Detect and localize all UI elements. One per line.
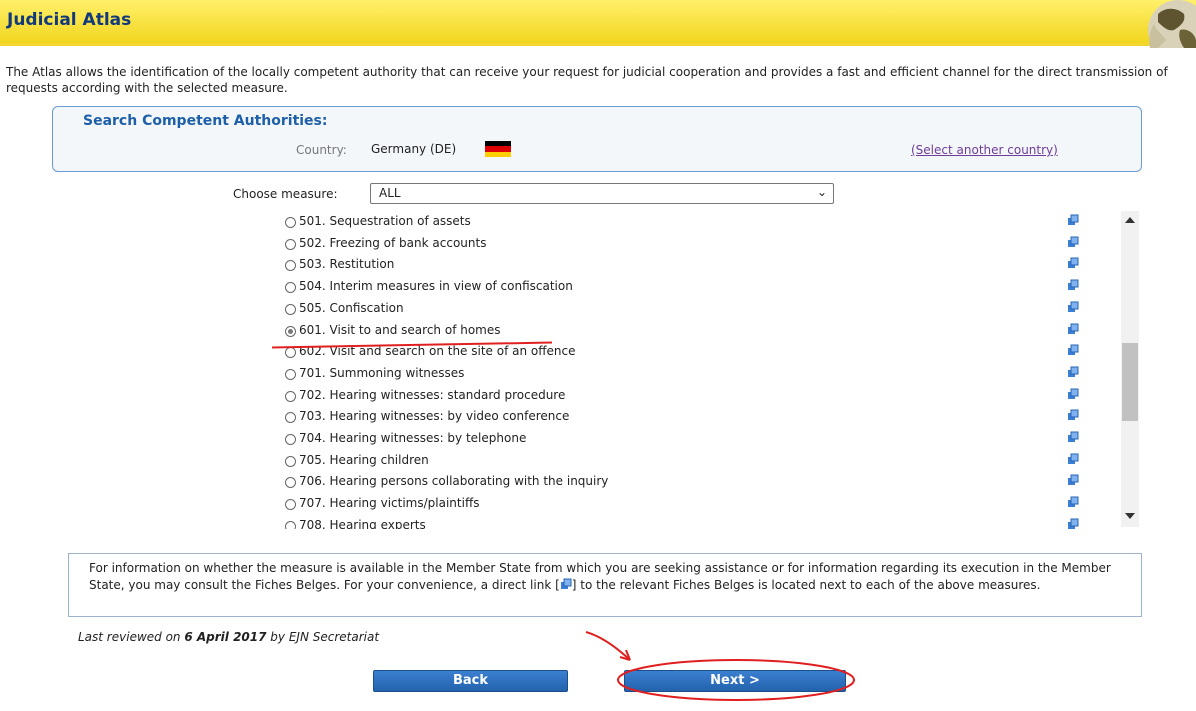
- measure-label-text: 702. Hearing witnesses: standard procedu…: [299, 387, 566, 402]
- measure-radio[interactable]: [285, 303, 296, 315]
- measure-row[interactable]: 705. Hearing children: [279, 450, 1101, 471]
- measure-label-text: 706. Hearing persons collaborating with …: [299, 474, 609, 489]
- scroll-thumb[interactable]: [1122, 343, 1138, 421]
- reviewed-date: 6 April 2017: [184, 630, 267, 644]
- measure-row[interactable]: 708. Hearing experts: [279, 515, 1101, 529]
- measure-row[interactable]: 703. Hearing witnesses: by video confere…: [279, 406, 1101, 427]
- measure-label: Choose measure:: [233, 187, 338, 201]
- measure-radio[interactable]: [285, 455, 296, 467]
- measure-label-text: 707. Hearing victims/plaintiffs: [299, 496, 480, 511]
- info-text-end: ] to the relevant Fiches Belges is locat…: [571, 577, 1041, 592]
- measure-row[interactable]: 501. Sequestration of assets: [279, 211, 1101, 232]
- measure-label-text: 705. Hearing children: [299, 452, 429, 467]
- measure-row[interactable]: 505. Confiscation: [279, 298, 1101, 319]
- measure-row[interactable]: 704. Hearing witnesses: by telephone: [279, 428, 1101, 449]
- external-link-icon[interactable]: [1067, 279, 1079, 291]
- measure-radio[interactable]: [285, 217, 296, 228]
- measure-select-value: ALL: [379, 186, 401, 200]
- flag-stripe: [485, 151, 511, 157]
- measure-label-text: 601. Visit to and search of homes: [299, 322, 501, 337]
- external-link-icon[interactable]: [1067, 366, 1079, 378]
- measure-row[interactable]: 502. Freezing of bank accounts: [279, 233, 1101, 254]
- measure-list: 501. Sequestration of assets 502. Freezin…: [279, 211, 1101, 529]
- measure-row[interactable]: 706. Hearing persons collaborating with …: [279, 471, 1101, 492]
- external-link-icon[interactable]: [1067, 431, 1079, 443]
- measure-label-text: 501. Sequestration of assets: [299, 214, 471, 228]
- reviewed-prefix: Last reviewed on: [78, 630, 185, 644]
- external-link-icon[interactable]: [1067, 453, 1079, 465]
- next-button[interactable]: Next >: [624, 670, 846, 692]
- annotation-arrowhead: [619, 649, 631, 661]
- measure-label-text: 502. Freezing of bank accounts: [299, 235, 487, 250]
- measure-row[interactable]: 503. Restitution: [279, 254, 1101, 275]
- scroll-up-icon[interactable]: [1125, 217, 1135, 223]
- scroll-down-icon[interactable]: [1125, 513, 1135, 519]
- external-link-icon[interactable]: [1067, 409, 1079, 421]
- external-link-icon[interactable]: [1067, 344, 1079, 356]
- measure-label-text: 503. Restitution: [299, 257, 395, 272]
- measure-label-text: 504. Interim measures in view of confisc…: [299, 279, 573, 294]
- external-link-icon[interactable]: [1067, 496, 1079, 508]
- intro-text: The Atlas allows the identification of t…: [6, 65, 1168, 95]
- measure-label-text: 703. Hearing witnesses: by video confere…: [299, 409, 570, 424]
- country-label: Country:: [296, 143, 347, 157]
- external-link-icon[interactable]: [1067, 474, 1079, 486]
- measure-radio[interactable]: [285, 325, 296, 337]
- measure-label-text: 708. Hearing experts: [299, 517, 426, 529]
- measure-radio[interactable]: [285, 520, 296, 529]
- external-link-icon[interactable]: [1067, 301, 1079, 313]
- measure-radio[interactable]: [285, 477, 296, 489]
- measure-radio[interactable]: [285, 282, 296, 294]
- country-value: Germany (DE): [371, 142, 457, 156]
- external-link-icon[interactable]: [1067, 388, 1079, 400]
- info-box: For information on whether the measure i…: [68, 553, 1142, 617]
- measure-radio[interactable]: [285, 499, 296, 511]
- measure-radio[interactable]: [285, 390, 296, 402]
- measure-row[interactable]: 601. Visit to and search of homes: [279, 320, 1101, 341]
- measure-row[interactable]: 701. Summoning witnesses: [279, 363, 1101, 384]
- back-button[interactable]: Back: [373, 670, 568, 692]
- measure-radio[interactable]: [285, 238, 296, 250]
- measure-label-text: 704. Hearing witnesses: by telephone: [299, 431, 527, 445]
- measure-radio[interactable]: [285, 412, 296, 424]
- germany-flag-icon: [485, 141, 511, 157]
- external-link-icon[interactable]: [1067, 236, 1079, 248]
- page-header: Judicial Atlas: [0, 0, 1196, 48]
- measure-row[interactable]: 702. Hearing witnesses: standard procedu…: [279, 385, 1101, 406]
- reviewed-suffix: by EJN Secretariat: [266, 630, 380, 644]
- last-reviewed: Last reviewed on 6 April 2017 by EJN Sec…: [78, 630, 379, 644]
- measure-radio[interactable]: [285, 347, 296, 359]
- annotation-arrow: [585, 631, 631, 661]
- chevron-down-icon: ⌄: [816, 185, 827, 199]
- external-link-icon: [560, 578, 572, 589]
- search-panel: Search Competent Authorities: Country: G…: [52, 106, 1142, 172]
- measure-radio[interactable]: [285, 260, 296, 272]
- select-another-country-link[interactable]: (Select another country): [911, 143, 1058, 157]
- measure-row[interactable]: 707. Hearing victims/plaintiffs: [279, 493, 1101, 514]
- external-link-icon[interactable]: [1067, 323, 1079, 335]
- measure-list-scrollbar[interactable]: [1121, 211, 1139, 527]
- measure-label-text: 701. Summoning witnesses: [299, 365, 465, 380]
- measure-radio[interactable]: [285, 368, 296, 380]
- measure-radio[interactable]: [285, 434, 296, 445]
- globe-icon: [1128, 0, 1196, 48]
- search-heading: Search Competent Authorities:: [83, 113, 328, 129]
- external-link-icon[interactable]: [1067, 518, 1079, 529]
- measure-select[interactable]: ALL ⌄: [370, 183, 834, 204]
- page-title: Judicial Atlas: [7, 10, 132, 30]
- measure-row[interactable]: 504. Interim measures in view of confisc…: [279, 276, 1101, 297]
- external-link-icon[interactable]: [1067, 214, 1079, 226]
- external-link-icon[interactable]: [1067, 257, 1079, 269]
- measure-label-text: 505. Confiscation: [299, 300, 404, 315]
